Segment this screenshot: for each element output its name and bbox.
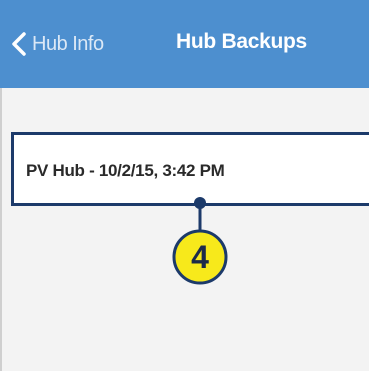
chevron-left-icon — [12, 32, 26, 56]
back-button-label: Hub Info — [32, 32, 104, 55]
back-button[interactable]: Hub Info — [10, 29, 104, 59]
hub-backups-screen: Hub Info Hub Backups PV Hub - 10/2/15, 3… — [0, 0, 369, 371]
callout-anchor-dot — [194, 197, 206, 209]
navigation-bar: Hub Info Hub Backups — [0, 0, 369, 88]
page-title: Hub Backups — [176, 30, 307, 53]
callout-number: 4 — [191, 239, 209, 275]
backup-item-label: PV Hub - 10/2/15, 3:42 PM — [26, 161, 225, 180]
content-divider — [0, 88, 2, 371]
